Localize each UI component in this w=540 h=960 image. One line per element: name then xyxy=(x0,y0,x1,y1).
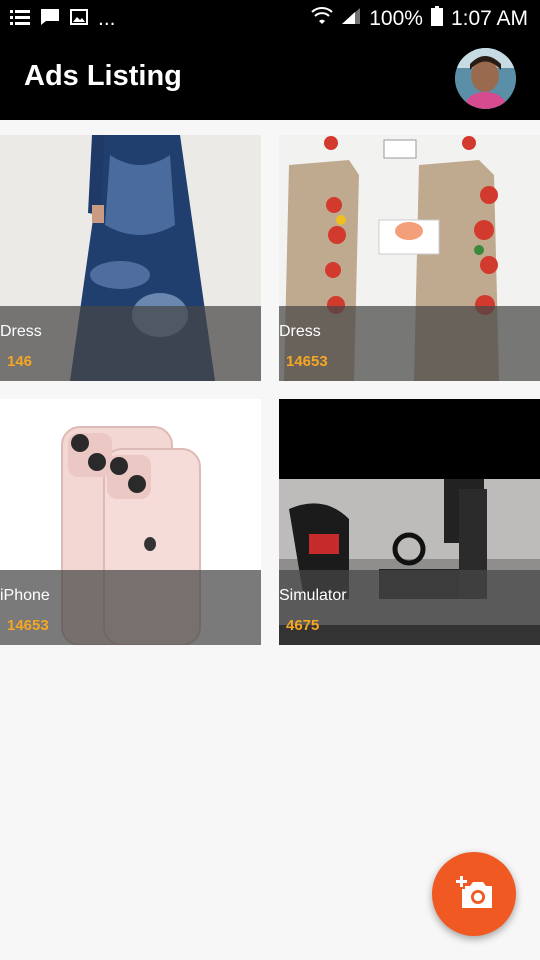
ad-title: Dress xyxy=(0,323,42,340)
app-bar: Ads Listing xyxy=(0,38,540,120)
image-icon xyxy=(70,8,88,30)
chat-icon xyxy=(40,8,60,31)
ad-price: 14653 xyxy=(286,353,328,370)
ad-info-overlay: Simulator 4675 xyxy=(279,570,540,645)
ad-info-overlay: iPhone 14653 xyxy=(0,570,261,645)
ad-card-dress-1[interactable]: Dress 146 xyxy=(0,135,261,381)
ad-title: Simulator xyxy=(279,587,347,604)
ad-price: 4675 xyxy=(286,617,320,634)
ad-price: 146 xyxy=(7,353,33,370)
battery-icon xyxy=(430,6,443,32)
status-bar: ... 100% 1:07 AM xyxy=(0,0,540,38)
profile-avatar[interactable] xyxy=(455,48,516,109)
ad-card-simulator[interactable]: Simulator 4675 xyxy=(279,399,540,645)
ad-info-overlay: Dress 146 xyxy=(0,306,261,381)
ad-title: Dress xyxy=(279,323,321,340)
ad-title: iPhone xyxy=(0,587,50,604)
ad-info-overlay: Dress 14653 xyxy=(279,306,540,381)
more-indicator: ... xyxy=(98,7,116,30)
signal-icon xyxy=(341,7,361,31)
ad-card-dress-2[interactable]: Dress 14653 xyxy=(279,135,540,381)
ad-card-iphone[interactable]: iPhone 14653 xyxy=(0,399,261,645)
battery-percent: 100% xyxy=(369,7,423,30)
status-bar-left: ... xyxy=(0,7,116,31)
status-bar-right: 100% 1:07 AM xyxy=(311,6,540,32)
add-photo-icon xyxy=(454,874,494,915)
list-icon xyxy=(10,9,30,30)
wifi-icon xyxy=(311,7,333,31)
clock: 1:07 AM xyxy=(450,7,528,30)
ad-price: 14653 xyxy=(7,617,49,634)
page-title: Ads Listing xyxy=(24,60,182,92)
add-ad-photo-button[interactable] xyxy=(432,852,516,936)
